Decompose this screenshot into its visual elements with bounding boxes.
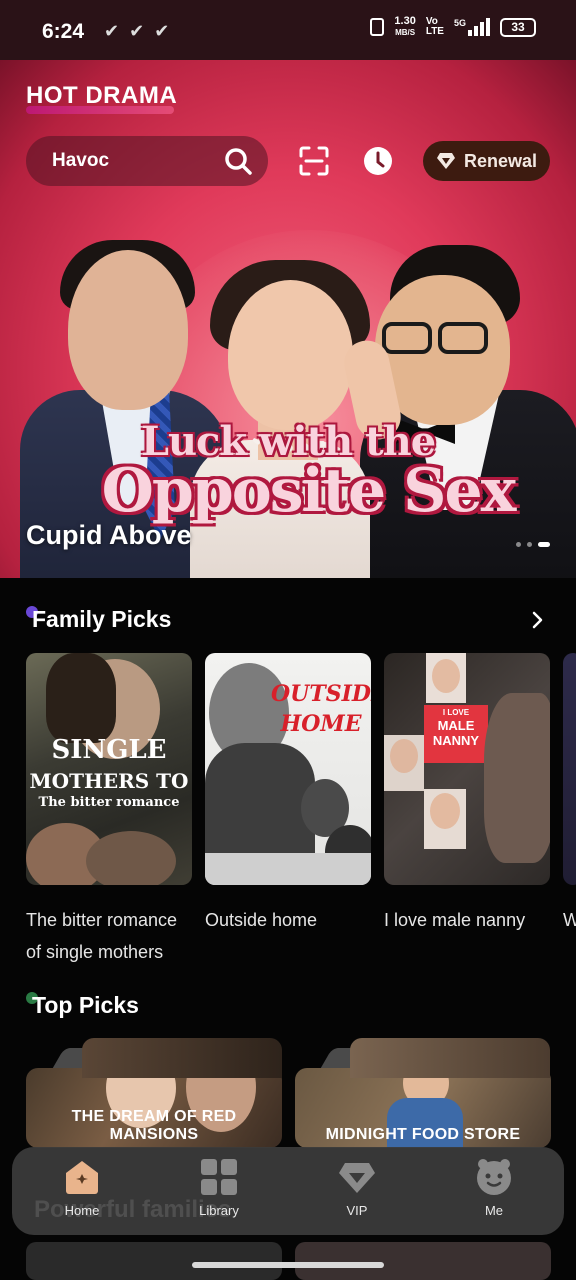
- check-icon: ✔: [104, 21, 120, 41]
- hero-caption[interactable]: Cupid Above: [26, 520, 192, 551]
- poster-title: NANNY: [432, 733, 480, 748]
- status-time: 6:24: [42, 20, 85, 43]
- hero-poster-title-line2: Opposite Sex: [101, 456, 517, 526]
- drama-title[interactable]: I love male nanny: [384, 904, 554, 936]
- drama-poster[interactable]: SINGLE MOTHERS TO The bitter romance: [26, 653, 192, 885]
- section-title-faded: Powerful families: [34, 1196, 232, 1223]
- poster-ground: [205, 853, 371, 885]
- scan-icon[interactable]: [298, 145, 330, 177]
- history-icon[interactable]: [362, 145, 394, 177]
- battery-level: 33: [511, 20, 525, 34]
- section-title-family-picks: Family Picks: [32, 606, 172, 632]
- poster-title: MOTHERS TO: [29, 769, 189, 793]
- poster-title: I LOVE: [442, 708, 470, 717]
- signal-indicator: 5G: [454, 18, 490, 36]
- me-icon: [477, 1159, 511, 1195]
- hero-figure: [68, 250, 188, 410]
- poster-title: SINGLE: [51, 735, 167, 765]
- carousel-indicator: [516, 542, 550, 547]
- net-speed-value: 1.30: [394, 15, 416, 27]
- nav-vip[interactable]: VIP: [307, 1157, 407, 1227]
- home-indicator[interactable]: [192, 1262, 384, 1268]
- volte-bottom: LTE: [425, 26, 444, 37]
- section-title-top-picks: Top Picks: [32, 992, 139, 1018]
- poster-title: MALE: [437, 718, 475, 733]
- drama-poster[interactable]: I LOVE MALE NANNY: [384, 653, 550, 885]
- poster-figure: [205, 743, 315, 853]
- poster-figure: [484, 693, 550, 863]
- search-input[interactable]: Havoc: [52, 150, 109, 172]
- nav-me[interactable]: Me: [444, 1157, 544, 1227]
- hero-figure: [228, 280, 353, 430]
- poster-figure: [432, 659, 460, 693]
- carousel-dot: [516, 542, 521, 547]
- drama-card-wide[interactable]: THE DREAM OF RED MANSIONS: [26, 1068, 282, 1148]
- drama-title[interactable]: Outside home: [205, 904, 375, 936]
- status-indicators: 1.30 MB/S Vo LTE 5G 33: [370, 16, 536, 38]
- brand-title: HOT DRAMA: [26, 82, 178, 109]
- poster-figure: [390, 739, 418, 773]
- card-preview: [295, 1242, 551, 1280]
- drama-title[interactable]: The bitter romance of single mothers: [26, 904, 196, 968]
- hero-figure: [382, 322, 492, 356]
- library-icon: [201, 1159, 237, 1195]
- vip-icon: [339, 1163, 375, 1193]
- renewal-label: Renewal: [463, 150, 538, 171]
- notification-icons: ✔ ✔ ✔: [104, 21, 169, 42]
- renewal-button[interactable]: Renewal: [423, 141, 550, 181]
- signal-icon: [468, 18, 490, 36]
- home-icon: [66, 1161, 98, 1194]
- drama-poster[interactable]: [563, 653, 576, 885]
- search-bar[interactable]: Havoc: [26, 136, 268, 186]
- network-type: 5G: [453, 18, 466, 28]
- diamond-icon: [436, 153, 455, 169]
- nav-label: VIP: [346, 1203, 368, 1218]
- drama-poster[interactable]: OUTSIDE HOME: [205, 653, 371, 885]
- drama-card-wide[interactable]: MIDNIGHT FOOD STORE: [295, 1068, 551, 1148]
- carousel-dot-active: [538, 542, 550, 547]
- app-screen: 6:24 ✔ ✔ ✔ 1.30 MB/S Vo LTE 5G 33 Luck w…: [0, 0, 576, 1280]
- card-image-top: [350, 1038, 550, 1078]
- card-preview: [26, 1242, 282, 1280]
- status-bar: 6:24 ✔ ✔ ✔ 1.30 MB/S Vo LTE 5G 33: [0, 0, 576, 60]
- net-speed-unit: MB/S: [395, 28, 416, 37]
- card-image-top: [82, 1038, 282, 1078]
- search-icon[interactable]: [224, 147, 252, 175]
- poster-figure: [430, 793, 460, 829]
- vibrate-icon: [370, 18, 385, 36]
- poster-subtitle: The bitter romance: [38, 795, 180, 810]
- carousel-dot: [527, 542, 532, 547]
- check-icon: ✔: [154, 21, 170, 41]
- poster-title: HOME: [280, 711, 362, 737]
- poster-figure: [86, 831, 176, 885]
- poster-title: OUTSIDE: [271, 681, 371, 707]
- poster-figure: [46, 653, 116, 743]
- net-speed: 1.30 MB/S: [394, 16, 415, 38]
- drama-title[interactable]: Wha: [563, 904, 576, 936]
- card-title: THE DREAM OF RED MANSIONS: [71, 1108, 237, 1143]
- volte-indicator: Vo LTE: [426, 17, 444, 37]
- check-icon: ✔: [129, 21, 145, 41]
- card-title: MIDNIGHT FOOD STORE: [325, 1126, 521, 1143]
- battery-icon: 33: [500, 17, 536, 37]
- chevron-right-icon[interactable]: [528, 610, 548, 630]
- nav-label: Me: [484, 1203, 504, 1218]
